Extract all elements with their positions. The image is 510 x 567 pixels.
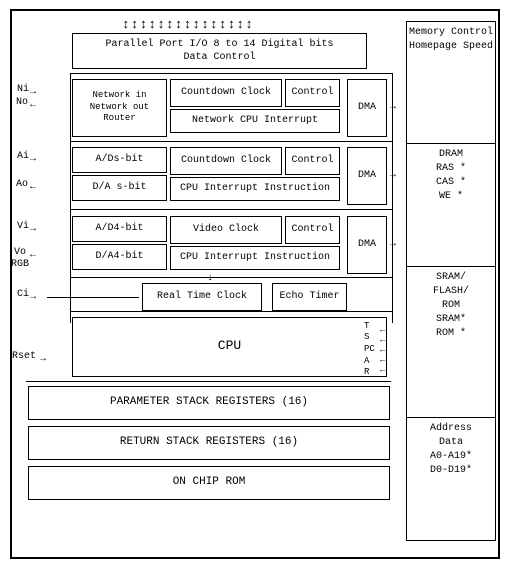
- control-2-box: Control: [285, 147, 340, 175]
- ai-arrow: →: [30, 154, 36, 165]
- da-8bit-label: D/A s-bit: [92, 181, 146, 194]
- echo-timer-box: Echo Timer: [272, 283, 347, 311]
- hline-row2: [70, 209, 393, 210]
- da-4bit-box: D/A4-bit: [72, 244, 167, 270]
- control-1-label: Control: [291, 86, 333, 99]
- address-section: AddressDataA0-A19*D0-D19*: [407, 418, 495, 540]
- video-clock-box: Video Clock: [170, 216, 282, 244]
- dram-section: DRAMRAS *CAS *WE *: [407, 144, 495, 267]
- dma1-right-arrow: →: [390, 102, 396, 113]
- down-arrow-mid: ↓: [207, 273, 213, 284]
- parameter-stack-box: PARAMETER STACK REGISTERS (16): [28, 386, 390, 420]
- parallel-port-label: Parallel Port I/O 8 to 14 Digital bits: [105, 38, 333, 51]
- sram-label: SRAM/FLASH/ROMSRAM*ROM *: [433, 272, 469, 339]
- control-3-box: Control: [285, 216, 340, 244]
- countdown-clock-1-box: Countdown Clock: [170, 79, 282, 107]
- hline-cpu-bottom: [26, 381, 391, 382]
- on-chip-rom-box: ON CHIP ROM: [28, 466, 390, 500]
- memory-control-section: Memory Control Homepage Speed: [407, 22, 495, 145]
- cpu-box: CPU: [72, 317, 387, 377]
- rgb-label: RGB: [11, 259, 29, 270]
- cpu-interrupt-2-label: CPU Interrupt Instruction: [180, 251, 330, 264]
- rset-label: Rset: [12, 351, 36, 362]
- sram-section: SRAM/FLASH/ROMSRAM*ROM *: [407, 267, 495, 418]
- cpu-flags: TSPCAR: [364, 321, 375, 379]
- ao-arrow: ←: [30, 182, 36, 193]
- dma-1-box: DMA: [347, 79, 387, 137]
- countdown-clock-2-box: Countdown Clock: [170, 147, 282, 175]
- network-cpu-interrupt-label: Network CPU Interrupt: [192, 114, 318, 127]
- ad-4bit-label: A/D4-bit: [95, 222, 143, 235]
- real-time-clock-box: Real Time Clock: [142, 283, 262, 311]
- on-chip-rom-label: ON CHIP ROM: [173, 475, 246, 489]
- control-3-label: Control: [291, 223, 333, 236]
- ni-label: Ni: [17, 84, 29, 95]
- da-8bit-box: D/A s-bit: [72, 175, 167, 201]
- network-box: Network in Network out Router: [72, 79, 167, 137]
- dma-2-label: DMA: [358, 169, 376, 182]
- top-inner-hline: [70, 73, 393, 74]
- dma-3-label: DMA: [358, 238, 376, 251]
- vo-arrow: ←: [30, 250, 36, 261]
- control-2-label: Control: [291, 154, 333, 167]
- countdown-clock-2-label: Countdown Clock: [181, 154, 271, 167]
- network-in-label: Network in: [90, 90, 149, 102]
- hline-row1: [70, 141, 393, 142]
- ci-label: Ci: [17, 289, 29, 300]
- echo-timer-label: Echo Timer: [279, 290, 339, 303]
- dma-2-box: DMA: [347, 147, 387, 205]
- dma-3-box: DMA: [347, 216, 387, 274]
- right-panel: Memory Control Homepage Speed DRAMRAS *C…: [406, 21, 496, 541]
- hline-row3: [70, 277, 393, 278]
- dma2-right-arrow: →: [390, 170, 396, 181]
- parallel-port-box: Parallel Port I/O 8 to 14 Digital bits D…: [72, 33, 367, 69]
- control-1-box: Control: [285, 79, 340, 107]
- rset-arrow: →: [40, 354, 46, 365]
- ni-arrow: →: [30, 87, 36, 98]
- hline-row4: [70, 311, 393, 312]
- no-arrow: ←: [30, 100, 36, 111]
- network-out-label: Network out: [90, 102, 149, 114]
- no-label: No: [16, 97, 28, 108]
- cpu-interrupt-2-box: CPU Interrupt Instruction: [170, 246, 340, 270]
- address-label: AddressDataA0-A19*D0-D19*: [430, 423, 472, 476]
- vo-label: Vo: [14, 247, 26, 258]
- memory-control-label: Memory Control Homepage Speed: [409, 27, 493, 52]
- real-time-clock-label: Real Time Clock: [157, 290, 247, 303]
- ao-label: Ao: [16, 179, 28, 190]
- dma3-right-arrow: →: [390, 239, 396, 250]
- parallel-port-sublabel: Data Control: [105, 51, 333, 64]
- da-4bit-label: D/A4-bit: [95, 250, 143, 263]
- return-stack-box: RETURN STACK REGISTERS (16): [28, 426, 390, 460]
- ad-4bit-box: A/D4-bit: [72, 216, 167, 242]
- right-inner-vline: [392, 73, 393, 323]
- cpu-label: CPU: [218, 338, 241, 355]
- top-arrows: ↕↕↕↕↕↕↕↕↕↕↕↕↕↕↕: [122, 17, 254, 32]
- parameter-stack-label: PARAMETER STACK REGISTERS (16): [110, 395, 308, 409]
- ai-label: Ai: [17, 151, 29, 162]
- ad-8bit-label: A/Ds-bit: [95, 153, 143, 166]
- cpu-interrupt-1-label: CPU Interrupt Instruction: [180, 182, 330, 195]
- ci-arrow: →: [30, 292, 36, 303]
- left-inner-vline: [70, 73, 71, 323]
- dram-label: DRAMRAS *CAS *WE *: [436, 149, 466, 202]
- flag-arrows: ←←←←←: [380, 325, 385, 375]
- vi-label: Vi: [17, 221, 29, 232]
- dma-1-label: DMA: [358, 101, 376, 114]
- cpu-interrupt-1-box: CPU Interrupt Instruction: [170, 177, 340, 201]
- main-diagram: ↕↕↕↕↕↕↕↕↕↕↕↕↕↕↕ Parallel Port I/O 8 to 1…: [10, 9, 500, 559]
- network-router-label: Router: [90, 113, 149, 125]
- ci-line: [47, 297, 139, 298]
- vi-arrow: →: [30, 224, 36, 235]
- countdown-clock-1-label: Countdown Clock: [181, 86, 271, 99]
- ad-8bit-box: A/Ds-bit: [72, 147, 167, 173]
- return-stack-label: RETURN STACK REGISTERS (16): [120, 435, 298, 449]
- video-clock-label: Video Clock: [193, 223, 259, 236]
- network-cpu-interrupt-box: Network CPU Interrupt: [170, 109, 340, 133]
